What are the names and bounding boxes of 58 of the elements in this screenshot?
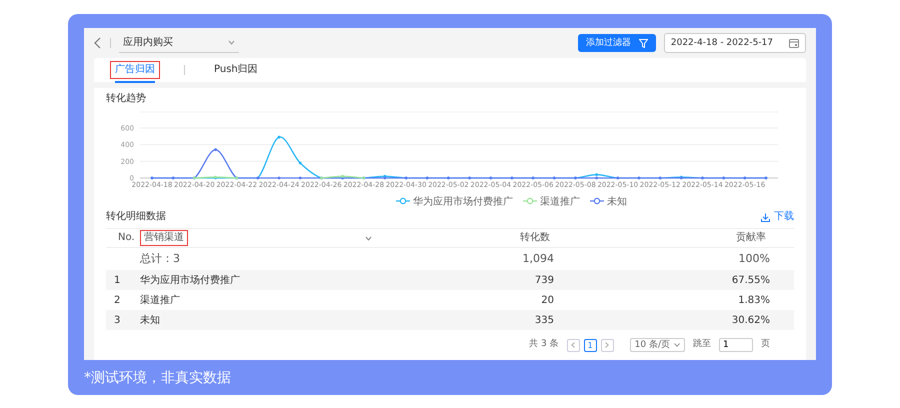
table-cell: 渠道推广 [140,294,180,306]
total-share: 100% [738,252,770,265]
legend-label: 华为应用市场付费推广 [413,196,513,208]
table-cell: 1.83% [738,294,770,306]
jump-label: 跳至 [693,338,711,352]
page-size-select[interactable]: 10 条/页 [630,338,685,352]
table-cell: 67.55% [732,274,770,286]
table-cell: 2 [114,294,120,306]
total-count: 共 3 条 [529,338,559,352]
page-input[interactable]: 1 [719,338,753,352]
tab[interactable]: Push归因 [209,61,263,79]
filter-icon [638,38,648,48]
back-icon [94,37,102,49]
table-cell: 335 [534,314,554,326]
page-button[interactable]: 1 [584,338,597,352]
chevron-right-icon [605,342,610,348]
app-dropdown[interactable]: 应用内购买 [119,33,239,53]
legend-marker [523,198,537,204]
total-conversions: 1,094 [522,252,554,265]
back-button[interactable] [94,37,102,49]
chevron-left-icon [571,342,576,348]
legend-marker [590,198,604,204]
legend-label: 渠道推广 [540,196,580,208]
table-cell: 未知 [140,314,160,326]
date-range-field[interactable]: 2022-4-18 - 2022-5-17 [664,33,806,53]
table-cell: 739 [534,274,554,286]
data-point [214,148,217,152]
table-cell: 20 [541,294,554,306]
legend-label: 未知 [607,196,627,208]
next-page-button[interactable] [600,338,614,352]
total-label: 总计：3 [140,252,180,265]
table-cell: 30.62% [732,314,770,326]
column-header[interactable]: 贡献率 [732,230,770,246]
download-icon [761,212,770,222]
column-header[interactable]: 转化数 [516,230,554,246]
chevron-down-icon [674,343,680,347]
legend-marker [396,198,410,204]
data-point [278,176,280,180]
download-link[interactable]: 下载 [761,211,794,223]
calendar-icon [789,38,799,48]
chevron-down-icon [228,40,235,45]
page-unit-label: 页 [761,338,770,352]
previous-page-button[interactable] [566,338,580,352]
table-cell: 3 [114,314,120,326]
table-cell: 华为应用市场付费推广 [140,274,240,286]
add-filter-button[interactable]: 添加过滤器 [578,34,656,52]
data-point [298,176,302,180]
section-title: 转化趋势 [106,92,147,106]
table-cell: 1 [114,274,120,286]
data-point [278,136,280,139]
column-header[interactable]: No. [114,230,139,246]
section-title: 转化明细数据 [106,210,166,224]
column-header[interactable]: 营销渠道 [140,230,188,246]
data-point [214,176,217,179]
data-point [298,162,302,164]
caption: *测试环境，非真实数据 [84,369,231,388]
chevron-down-icon[interactable] [365,236,372,240]
data-point [680,176,683,180]
